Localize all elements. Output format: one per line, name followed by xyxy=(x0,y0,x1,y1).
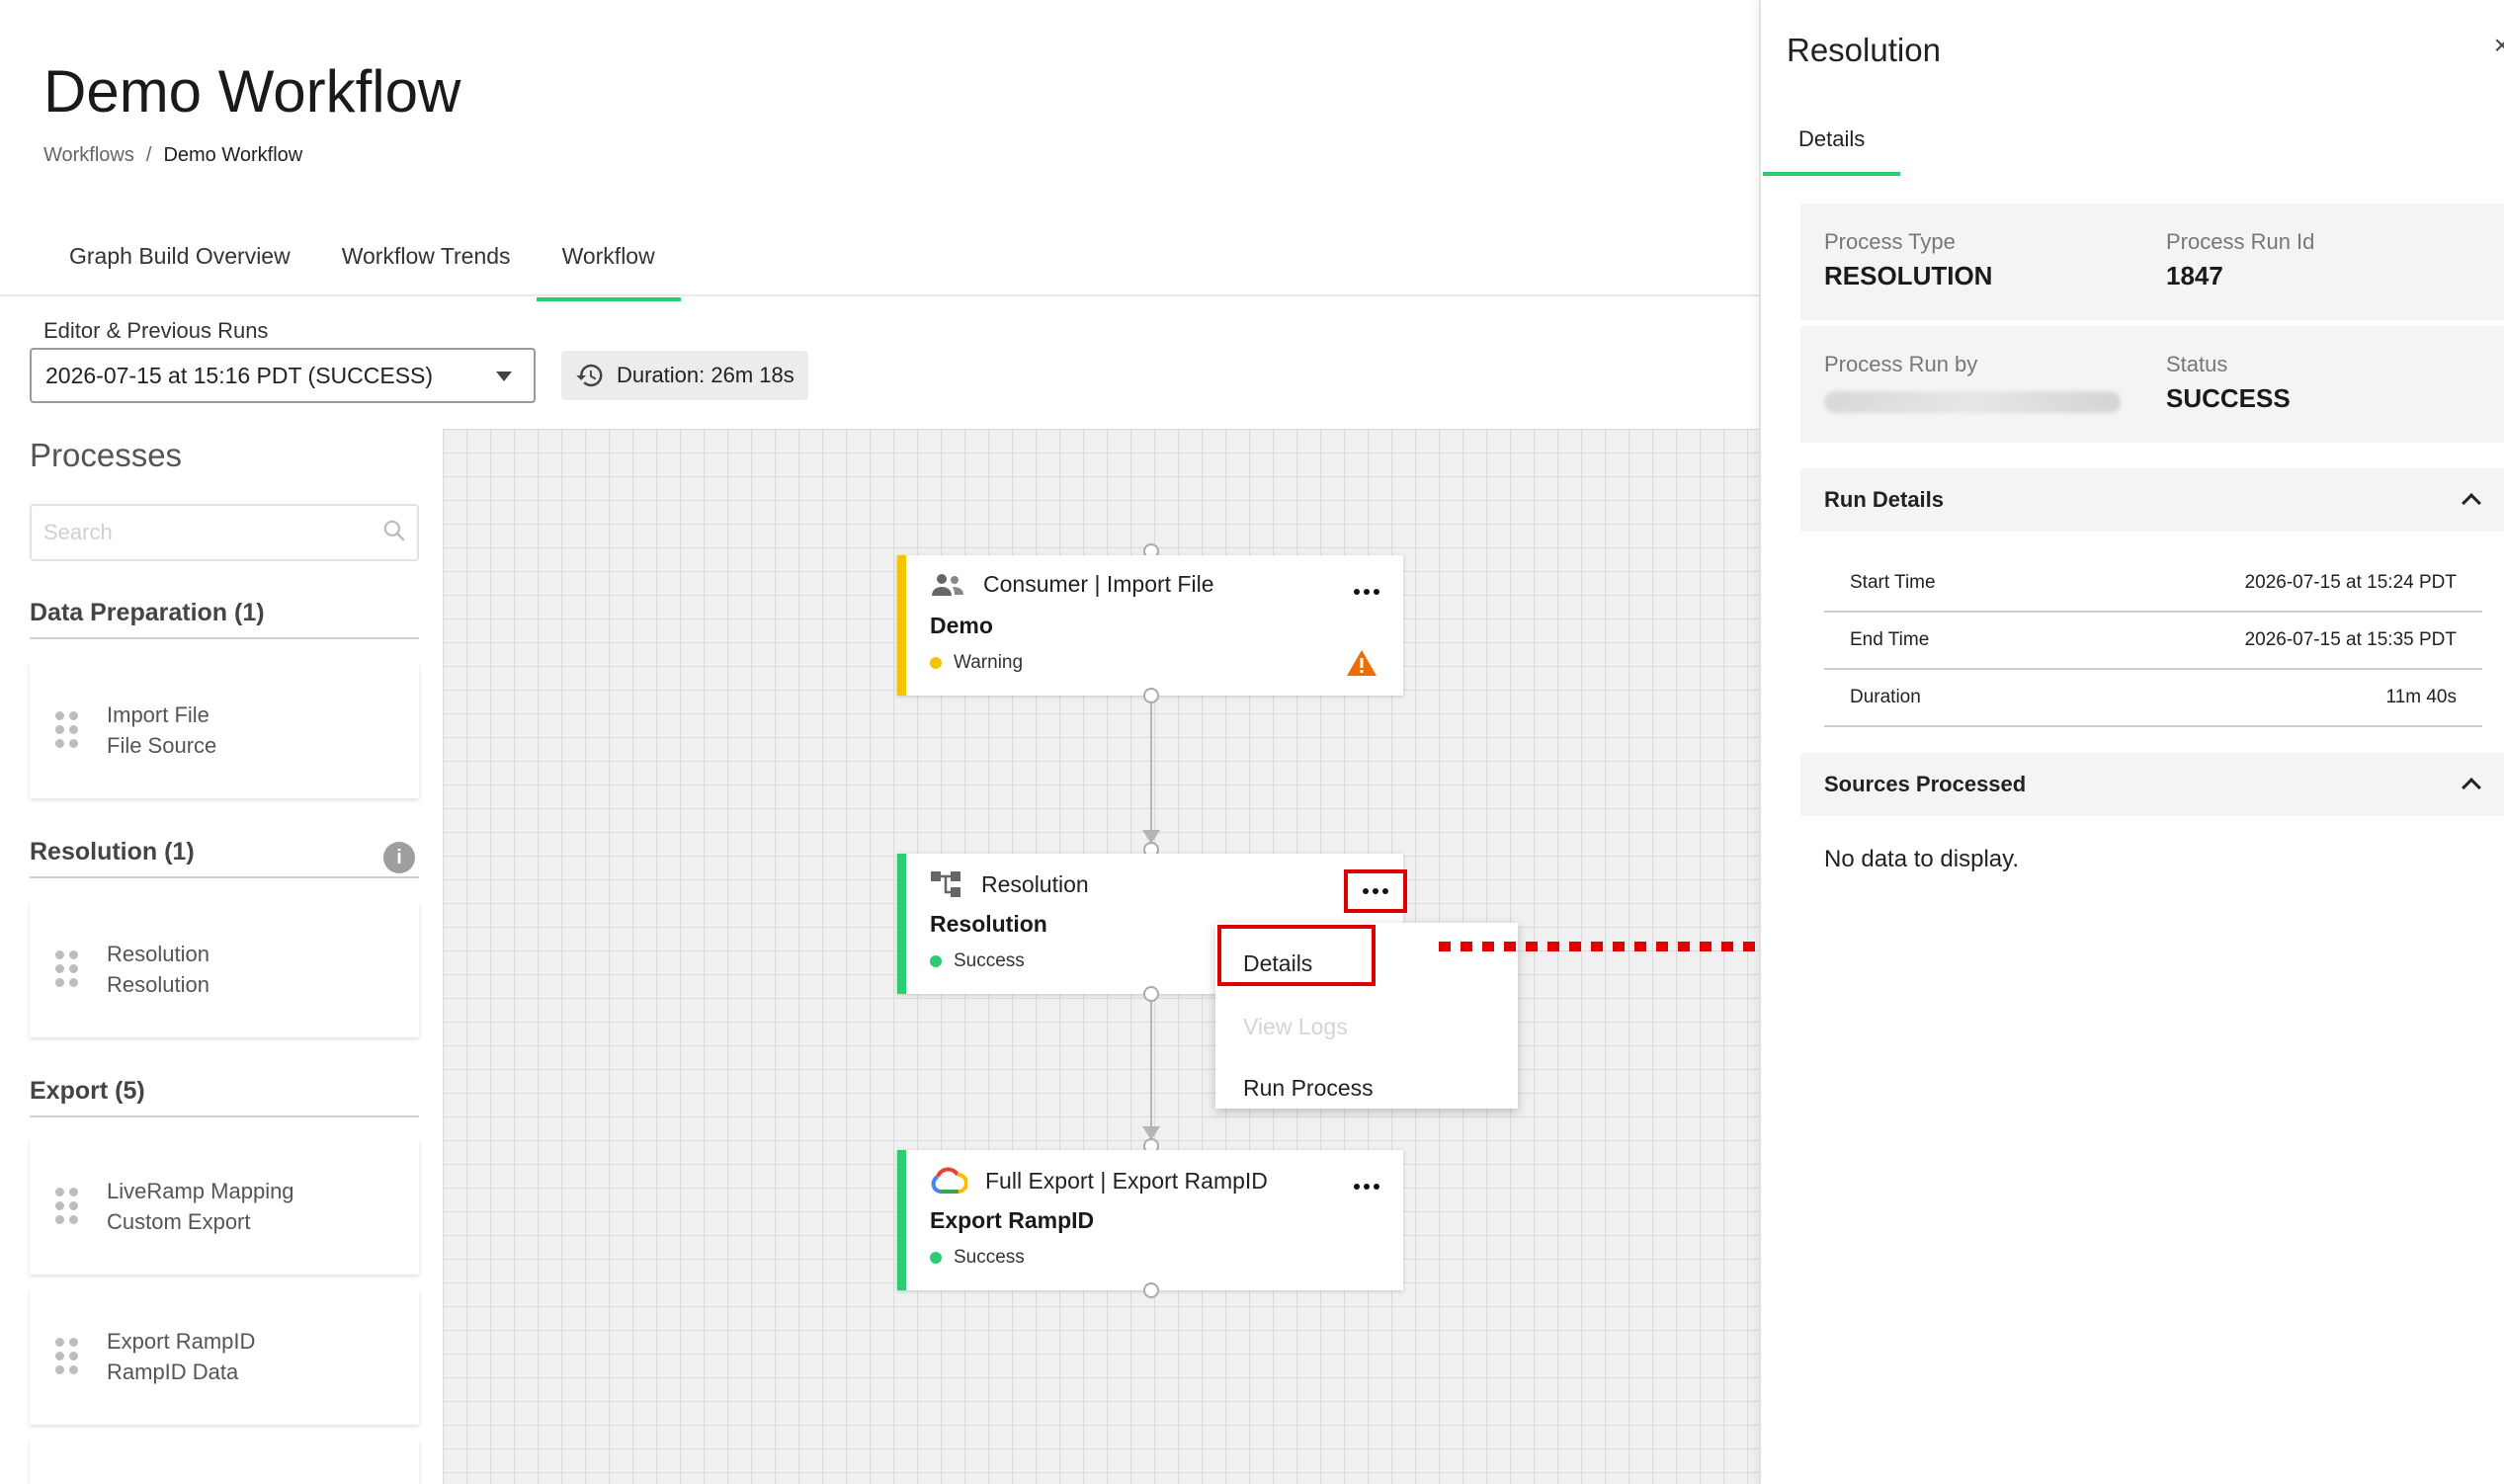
section-data-preparation: Data Preparation (1) xyxy=(30,599,419,639)
process-card-subtitle: File Source xyxy=(107,733,217,758)
run-select-value: 2026-07-15 at 15:16 PDT (SUCCESS) xyxy=(45,362,434,388)
process-card-export-rampid[interactable]: Export RampID RampID Data xyxy=(30,1288,419,1425)
sources-processed-accordion[interactable]: Sources Processed xyxy=(1800,753,2504,816)
process-card-resolution[interactable]: Resolution Resolution xyxy=(30,901,419,1037)
warning-icon xyxy=(1347,650,1377,676)
search-icon xyxy=(383,520,405,541)
processes-title: Processes xyxy=(30,437,183,473)
tab-workflow[interactable]: Workflow xyxy=(536,223,681,301)
node-output-port[interactable] xyxy=(1143,688,1159,703)
node-status-text: Success xyxy=(954,950,1025,971)
process-card-partial[interactable] xyxy=(30,1439,419,1484)
node-output-port[interactable] xyxy=(1143,986,1159,1002)
node-status-text: Success xyxy=(954,1247,1025,1268)
node-menu-button[interactable] xyxy=(1348,579,1385,605)
process-run-id-label: Process Run Id xyxy=(2166,229,2315,254)
run-detail-value: 2026-07-15 at 15:35 PDT xyxy=(2244,629,2457,650)
empty-state-text: No data to display. xyxy=(1824,846,2020,872)
run-select[interactable]: 2026-07-15 at 15:16 PDT (SUCCESS) xyxy=(30,348,536,403)
process-card-subtitle: Custom Export xyxy=(107,1209,251,1234)
drag-handle-icon[interactable] xyxy=(55,950,79,988)
chevron-up-icon[interactable] xyxy=(2462,778,2481,797)
tab-workflow-trends[interactable]: Workflow Trends xyxy=(316,223,537,301)
tab-bar: Graph Build Overview Workflow Trends Wor… xyxy=(43,223,681,301)
drag-handle-icon[interactable] xyxy=(55,1188,79,1225)
node-menu-button-highlighted[interactable] xyxy=(1344,869,1407,913)
run-details-accordion[interactable]: Run Details xyxy=(1800,468,2504,532)
process-card-title: Export RampID xyxy=(107,1329,256,1354)
status-label: Status xyxy=(2166,352,2228,376)
process-card-liveramp-mapping[interactable]: LiveRamp Mapping Custom Export xyxy=(30,1138,419,1275)
run-detail-row-start: Start Time 2026-07-15 at 15:24 PDT xyxy=(1824,555,2482,613)
runs-label: Editor & Previous Runs xyxy=(43,318,269,343)
tabs-divider xyxy=(0,294,1759,296)
chevron-down-icon xyxy=(496,371,512,381)
process-info-block: Process Type RESOLUTION Process Run Id 1… xyxy=(1800,204,2504,320)
workflow-node-import-file[interactable]: Consumer | Import File Demo Warning xyxy=(897,555,1403,696)
chevron-up-icon[interactable] xyxy=(2462,493,2481,513)
node-menu-button[interactable] xyxy=(1348,1174,1385,1199)
process-card-subtitle: RampID Data xyxy=(107,1360,239,1384)
process-run-id-value: 1847 xyxy=(2166,261,2223,290)
process-card-title: LiveRamp Mapping xyxy=(107,1179,294,1203)
close-icon[interactable]: × xyxy=(2494,30,2504,61)
details-panel: Resolution × Details Process Type RESOLU… xyxy=(1759,0,2504,1484)
hierarchy-icon xyxy=(931,871,960,897)
panel-tab-details[interactable]: Details xyxy=(1763,121,1901,176)
node-status-text: Warning xyxy=(954,652,1024,673)
google-cloud-icon xyxy=(931,1167,967,1194)
node-name: Demo xyxy=(930,613,993,638)
redacted-user-name xyxy=(1824,391,2121,413)
menu-item-view-logs: View Logs xyxy=(1243,1014,1348,1039)
node-type-label: Consumer | Import File xyxy=(983,571,1214,597)
process-card-subtitle: Resolution xyxy=(107,972,209,997)
process-type-label: Process Type xyxy=(1824,229,1956,254)
section-resolution: Resolution (1) xyxy=(30,838,419,878)
duration-text: Duration: 26m 18s xyxy=(617,363,794,387)
run-info-block: Process Run by Status SUCCESS xyxy=(1800,326,2504,443)
process-search-input[interactable] xyxy=(30,504,419,561)
process-card-import-file[interactable]: Import File File Source xyxy=(30,662,419,798)
run-detail-label: End Time xyxy=(1850,629,1930,650)
breadcrumb: Workflows / Demo Workflow xyxy=(43,144,302,167)
process-type-value: RESOLUTION xyxy=(1824,261,1993,290)
panel-title: Resolution xyxy=(1787,32,1941,68)
node-output-port[interactable] xyxy=(1143,1282,1159,1298)
users-icon xyxy=(932,573,963,596)
breadcrumb-separator: / xyxy=(145,144,152,166)
breadcrumb-workflows-link[interactable]: Workflows xyxy=(43,144,134,167)
sources-processed-header: Sources Processed xyxy=(1824,772,2027,796)
run-detail-value: 11m 40s xyxy=(2385,687,2457,707)
node-type-label: Resolution xyxy=(981,870,1089,897)
node-name: Resolution xyxy=(930,911,1047,937)
status-dot-success xyxy=(930,1252,942,1264)
status-dot-warning xyxy=(930,657,942,669)
process-run-by-label: Process Run by xyxy=(1824,352,1978,376)
breadcrumb-current: Demo Workflow xyxy=(163,144,303,166)
tab-graph-build-overview[interactable]: Graph Build Overview xyxy=(43,223,316,301)
drag-handle-icon[interactable] xyxy=(55,711,79,749)
workflow-node-export-rampid[interactable]: Full Export | Export RampID Export RampI… xyxy=(897,1150,1403,1290)
process-card-title: Resolution xyxy=(107,942,209,966)
section-export: Export (5) xyxy=(30,1077,419,1117)
menu-item-details[interactable]: Details xyxy=(1243,950,1312,977)
process-card-title: Import File xyxy=(107,702,209,727)
run-detail-value: 2026-07-15 at 15:24 PDT xyxy=(2244,572,2457,593)
status-value: SUCCESS xyxy=(2166,383,2291,413)
drag-handle-icon[interactable] xyxy=(55,1338,79,1375)
menu-item-run-process[interactable]: Run Process xyxy=(1243,1075,1374,1102)
status-dot-success xyxy=(930,955,942,967)
node-name: Export RampID xyxy=(930,1207,1095,1233)
node-type-label: Full Export | Export RampID xyxy=(985,1167,1268,1194)
run-details-header: Run Details xyxy=(1824,487,1945,512)
run-detail-row-duration: Duration 11m 40s xyxy=(1824,670,2482,727)
page-title: Demo Workflow xyxy=(43,58,461,124)
info-icon[interactable]: i xyxy=(383,842,415,873)
run-detail-label: Duration xyxy=(1850,687,1921,707)
run-detail-label: Start Time xyxy=(1850,572,1936,593)
history-icon xyxy=(576,364,603,387)
run-detail-row-end: End Time 2026-07-15 at 15:35 PDT xyxy=(1824,613,2482,670)
duration-chip: Duration: 26m 18s xyxy=(561,351,808,400)
